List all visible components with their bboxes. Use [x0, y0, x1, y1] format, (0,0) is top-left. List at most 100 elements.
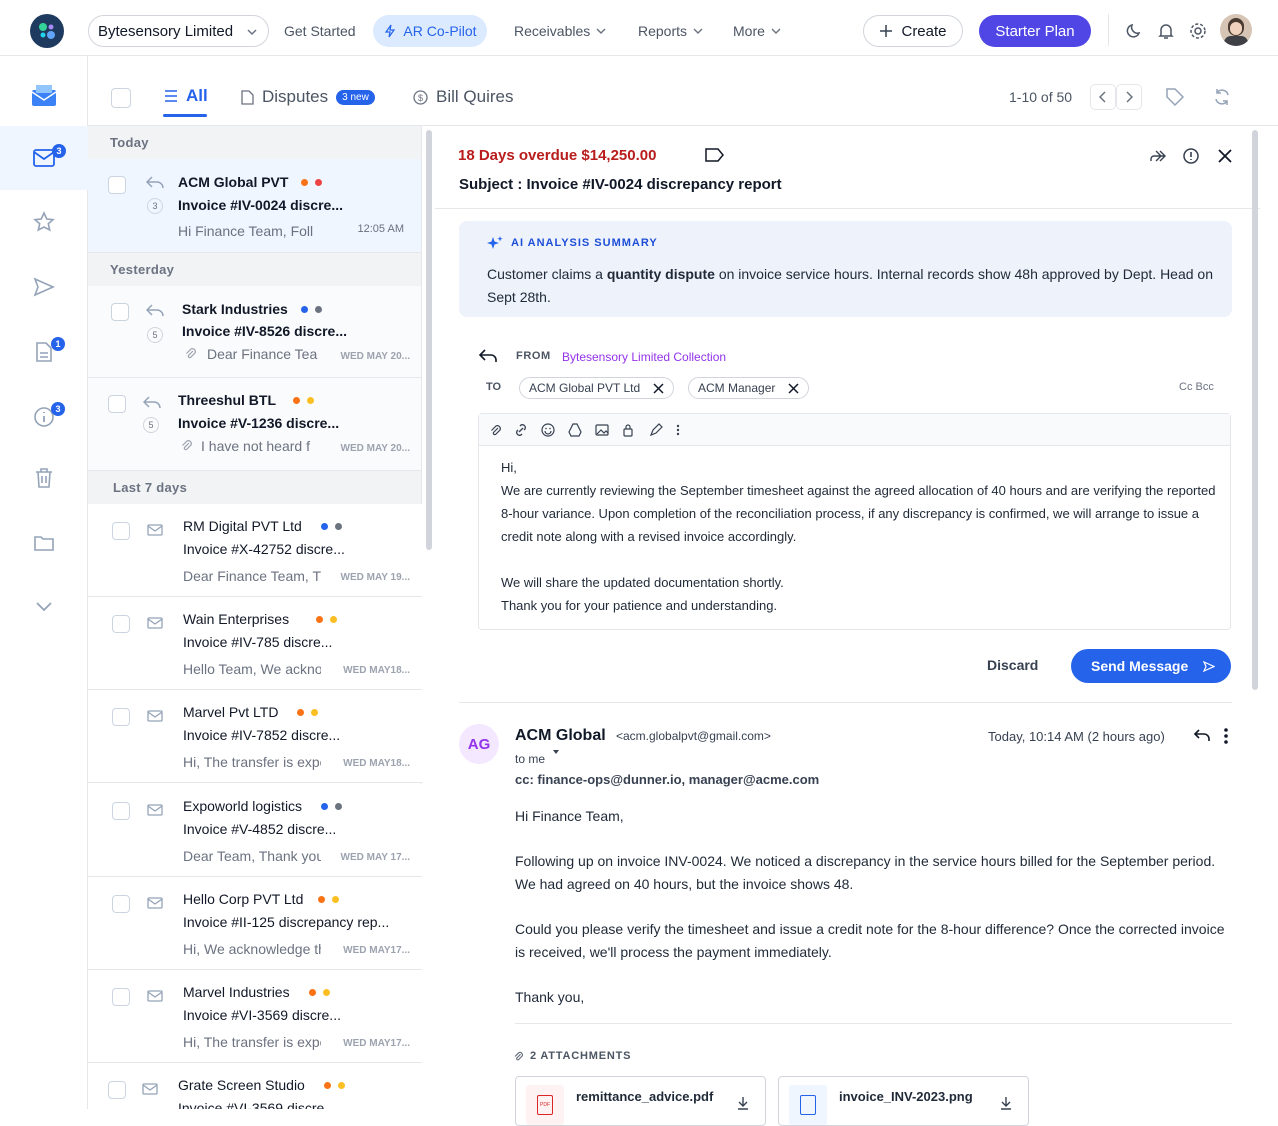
list-item[interactable]: Marvel Pvt LTD Invoice #IV-7852 discre...…	[88, 690, 422, 783]
recipient-chip[interactable]: ACM Global PVT Ltd	[519, 377, 674, 399]
sidebar-item-info[interactable]: 3	[0, 385, 88, 449]
attachment-card[interactable]: PDF remittance_advice.pdf	[515, 1076, 766, 1126]
app-logo[interactable]	[30, 14, 64, 48]
paperclip-icon	[514, 1051, 523, 1061]
tag-icon[interactable]	[705, 147, 725, 163]
pen-icon[interactable]	[649, 422, 663, 437]
nav-more[interactable]: More	[723, 15, 791, 47]
caret-down-icon[interactable]	[553, 750, 559, 754]
nav-ar-copilot[interactable]: AR Co-Pilot	[373, 15, 487, 47]
alert-circle-icon[interactable]	[1182, 147, 1200, 165]
row-checkbox[interactable]	[112, 615, 130, 633]
row-checkbox[interactable]	[112, 895, 130, 913]
compose-box[interactable]: Hi, We are currently reviewing the Septem…	[478, 413, 1231, 630]
close-icon[interactable]	[1217, 148, 1233, 164]
to-me-label: to me	[515, 752, 546, 766]
image-icon[interactable]	[595, 423, 609, 437]
reply-icon[interactable]	[478, 348, 498, 364]
list-item[interactable]: Expoworld logistics Invoice #V-4852 discr…	[88, 784, 422, 877]
row-checkbox[interactable]	[112, 522, 130, 540]
list-scrollbar[interactable]	[426, 130, 432, 550]
nav-receivables[interactable]: Receivables	[504, 15, 616, 47]
list-item[interactable]: Wain Enterprises Invoice #IV-785 discre..…	[88, 597, 422, 690]
row-checkbox[interactable]	[112, 988, 130, 1006]
more-vertical-icon[interactable]	[676, 423, 680, 437]
bell-icon[interactable]	[1156, 21, 1176, 41]
from-value: Bytesensory Limited Collection	[562, 350, 727, 364]
sender-label: ACM Global PVT	[178, 174, 289, 190]
reply-icon[interactable]	[1193, 728, 1211, 743]
emoji-icon[interactable]	[541, 422, 555, 437]
starter-plan-button[interactable]: Starter Plan	[979, 15, 1091, 47]
nav-reports[interactable]: Reports	[628, 15, 713, 47]
list-item[interactable]: Marvel Industries Invoice #VI-3569 discre…	[88, 970, 422, 1063]
recipient-chip[interactable]: ACM Manager	[688, 377, 809, 399]
reader-scrollbar[interactable]	[1252, 130, 1258, 690]
mail-app-icon[interactable]	[0, 64, 88, 128]
tab-disputes[interactable]: Disputes 3 new	[241, 87, 375, 107]
pdf-icon: PDF	[526, 1085, 564, 1125]
status-dot	[297, 708, 305, 716]
attachment-card[interactable]: invoice_INV-2023.png	[778, 1076, 1029, 1126]
forward-all-icon[interactable]	[1150, 149, 1168, 163]
row-checkbox[interactable]	[111, 303, 129, 321]
tab-all[interactable]: All	[164, 86, 208, 106]
more-vertical-icon[interactable]	[1223, 727, 1229, 745]
company-selector[interactable]: Bytesensory Limited	[88, 15, 269, 47]
discard-button[interactable]: Discard	[987, 657, 1038, 673]
sender-name: Grate Screen Studio	[178, 1077, 345, 1093]
prev-page-button[interactable]	[1090, 84, 1116, 110]
compose-line: Hi,	[501, 460, 517, 475]
sidebar-item-folder[interactable]	[0, 511, 88, 575]
list-item[interactable]: RM Digital PVT Ltd Invoice #X-42752 discr…	[88, 504, 422, 597]
tag-icon[interactable]	[1165, 87, 1185, 107]
close-icon[interactable]	[788, 383, 799, 394]
moon-icon[interactable]	[1124, 21, 1144, 41]
cc-bcc-link[interactable]: Cc Bcc	[1179, 381, 1214, 393]
send-message-button[interactable]: Send Message	[1071, 649, 1231, 683]
list-item[interactable]: 5 Stark Industries Invoice #IV-8526 disc…	[88, 286, 421, 378]
dollar-circle-icon: $	[413, 89, 428, 105]
lock-clock-icon[interactable]	[622, 423, 636, 437]
compose-body[interactable]: Hi, We are currently reviewing the Septem…	[501, 456, 1216, 617]
compose-line: Thank you for your patience and understa…	[501, 598, 778, 613]
list-item[interactable]: Grate Screen Studio Invoice #VI-3569 disc…	[88, 1063, 422, 1109]
nav-label: AR Co-Pilot	[403, 23, 477, 39]
download-icon[interactable]	[1000, 1096, 1012, 1110]
row-checkbox[interactable]	[108, 176, 126, 194]
next-page-button[interactable]	[1116, 84, 1142, 110]
sidebar-item-sent[interactable]	[0, 255, 88, 319]
close-icon[interactable]	[653, 383, 664, 394]
active-tab-indicator	[163, 114, 207, 117]
message-sender: ACM Global	[515, 727, 606, 744]
nav-label: Get Started	[284, 23, 356, 39]
download-icon[interactable]	[737, 1096, 749, 1110]
sidebar-item-trash[interactable]	[0, 446, 88, 510]
list-item[interactable]: 3 ACM Global PVT Invoice #IV-0024 discre…	[88, 159, 421, 253]
sidebar-item-expand[interactable]	[0, 574, 88, 638]
nav-get-started[interactable]: Get Started	[274, 15, 366, 47]
list-item[interactable]: Hello Corp PVT Ltd Invoice #II-125 discre…	[88, 877, 422, 970]
paperclip-icon[interactable]	[489, 423, 501, 437]
row-checkbox[interactable]	[112, 802, 130, 820]
reader-pane: 18 Days overdue $14,250.00 Subject : Inv…	[435, 126, 1260, 1126]
row-checkbox[interactable]	[108, 395, 126, 413]
list-item[interactable]: 5 Threeshul BTL Invoice #V-1236 discre..…	[88, 378, 421, 471]
gear-icon[interactable]	[1188, 21, 1208, 41]
sidebar-item-inbox[interactable]: 3	[0, 126, 88, 190]
sidebar-item-documents[interactable]: 1	[0, 320, 88, 384]
tab-bill-quires[interactable]: $ Bill Quires	[413, 87, 513, 107]
drive-icon[interactable]	[568, 422, 582, 437]
sidebar-item-starred[interactable]	[0, 190, 88, 254]
timestamp: WED MAY 20...	[340, 443, 410, 454]
create-button[interactable]: Create	[863, 15, 963, 47]
avatar[interactable]	[1220, 14, 1252, 46]
select-all-checkbox[interactable]	[111, 88, 131, 108]
chevron-down-icon	[693, 28, 703, 34]
refresh-icon[interactable]	[1212, 87, 1232, 107]
subject: Invoice #VI-3569 discre...	[183, 1007, 341, 1023]
row-checkbox[interactable]	[112, 708, 130, 726]
link-icon[interactable]	[514, 423, 528, 437]
row-checkbox[interactable]	[108, 1081, 126, 1099]
ai-text-pre: Customer claims a	[487, 266, 607, 282]
